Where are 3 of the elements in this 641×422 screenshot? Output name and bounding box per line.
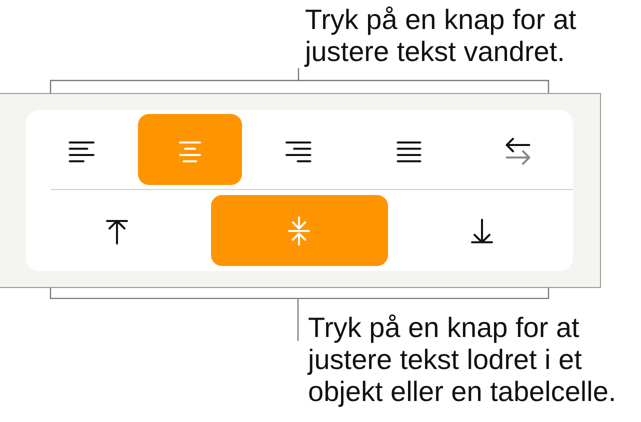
callout-text: Tryk på en knap for at justere tekst lodret i et objekt eller en tabelcelle. [308,311,618,408]
callout-text: Tryk på en knap for at justere tekst vandret. [303,3,578,68]
leader-line [297,299,299,341]
